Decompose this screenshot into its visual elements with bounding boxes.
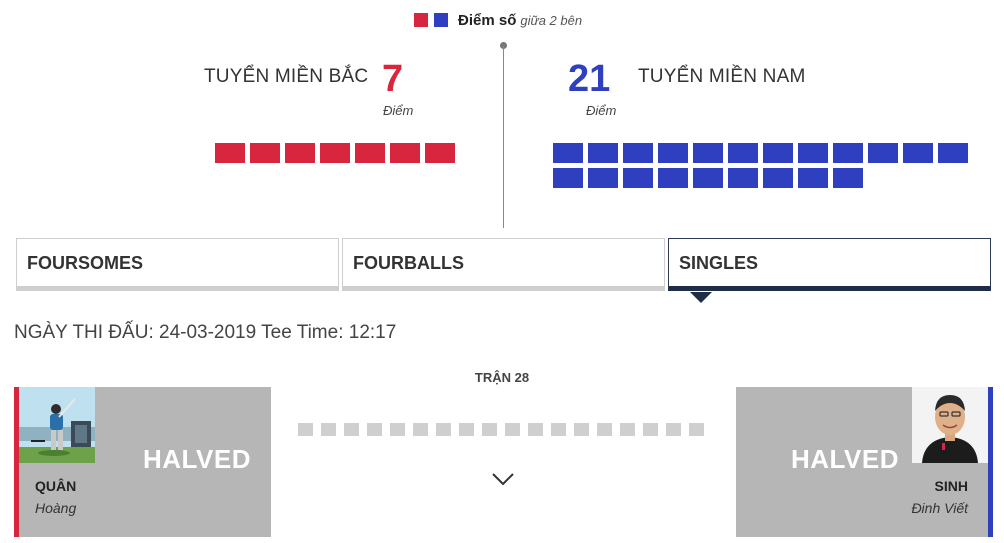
tab-foursomes-label: FOURSOMES [27,253,144,273]
south-point-block [938,143,968,163]
south-point-block [798,168,828,188]
north-point-block [355,143,385,163]
legend-title: Điểm số [458,11,517,29]
hole-progress-pip [597,423,612,436]
south-point-block [728,168,758,188]
north-point-block [215,143,245,163]
north-points-blocks [215,143,460,163]
tab-fourballs[interactable]: FOURBALLS [342,238,665,291]
north-point-block [320,143,350,163]
south-point-block [833,168,863,188]
south-point-block [623,143,653,163]
active-tab-caret [690,292,712,303]
tab-fourballs-label: FOURBALLS [353,253,464,273]
hole-progress-pip [643,423,658,436]
chevron-down-icon[interactable] [491,471,515,492]
hole-progress-pip [413,423,428,436]
north-point-block [425,143,455,163]
north-team-name: TUYỂN MIỀN BẮC [204,66,369,87]
hole-progress-pip [298,423,313,436]
south-point-block [588,143,618,163]
north-point-block [390,143,420,163]
south-team-name: TUYỂN MIỀN NAM [638,66,806,87]
north-points-label: Điểm [383,103,414,118]
south-point-block [903,143,933,163]
north-point-block [285,143,315,163]
hole-progress-pip [574,423,589,436]
south-point-block [868,143,898,163]
south-point-block [658,168,688,188]
hole-progress-pip [482,423,497,436]
left-player-card[interactable]: HALVED QUÂN Hoàng [14,387,271,537]
left-player-lastname: QUÂN [35,478,77,494]
south-points-label: Điểm [586,103,617,118]
south-point-block [833,143,863,163]
south-point-block [798,143,828,163]
hole-progress-pip [436,423,451,436]
hole-progress-pip [367,423,382,436]
hole-progress-pip [459,423,474,436]
south-color-swatch [434,13,448,27]
score-legend: Điểm số giữa 2 bên [414,10,582,30]
south-point-block [763,143,793,163]
south-point-block [763,168,793,188]
tab-singles[interactable]: SINGLES [668,238,991,303]
right-player-firstname: Đinh Viết [911,500,968,516]
tab-singles-label: SINGLES [679,253,759,273]
legend-subtitle: giữa 2 bên [520,12,583,28]
south-point-block [658,143,688,163]
hole-progress-pip [390,423,405,436]
north-color-swatch [414,13,428,27]
format-tabs: FOURSOMES FOURBALLS SINGLES [16,238,991,303]
south-point-block [693,143,723,163]
hole-progress-pip [505,423,520,436]
team-divider [503,46,504,228]
south-points-blocks [553,143,973,188]
right-player-result: HALVED [791,444,899,474]
south-point-block [623,168,653,188]
hole-progress-pip [666,423,681,436]
hole-progress-pip [551,423,566,436]
south-point-block [728,143,758,163]
hole-progress-pip [321,423,336,436]
south-point-block [693,168,723,188]
left-player-firstname: Hoàng [35,500,77,516]
left-player-result: HALVED [143,444,251,474]
hole-progress-pip [689,423,704,436]
hole-progress-pip [344,423,359,436]
north-score: 7 [382,58,404,100]
hole-progress-pip [620,423,635,436]
tab-foursomes[interactable]: FOURSOMES [16,238,339,291]
right-player-card[interactable]: HALVED SINH Đinh Viết [736,387,993,537]
left-player-photo [19,387,95,463]
south-score: 21 [568,58,611,100]
right-player-lastname: SINH [934,478,968,494]
south-point-block [588,168,618,188]
holes-progress [298,423,704,436]
match-title: TRẬN 28 [474,370,530,385]
north-point-block [250,143,280,163]
south-point-block [553,143,583,163]
south-point-block [553,168,583,188]
match-date: NGÀY THI ĐẤU: 24-03-2019 Tee Time: 12:17 [14,322,397,343]
right-player-photo [912,387,988,463]
hole-progress-pip [528,423,543,436]
